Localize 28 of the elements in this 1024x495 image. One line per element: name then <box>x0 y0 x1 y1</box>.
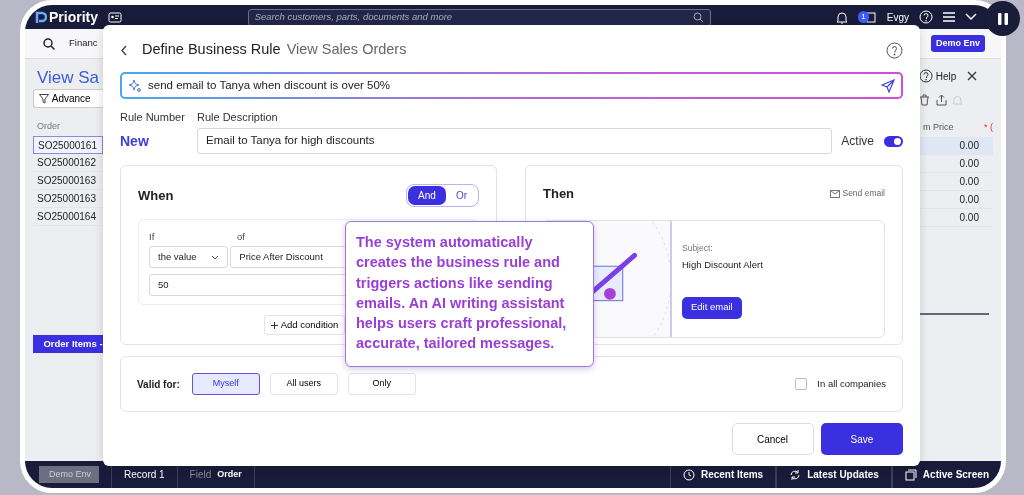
field-label: Rule Description <box>197 110 278 125</box>
field-value: Order <box>217 467 242 481</box>
dialog-subtitle: View Sales Orders <box>286 40 407 60</box>
card-title: When <box>138 186 174 205</box>
column-header: Order <box>36 120 61 134</box>
active-label: Active <box>841 133 874 150</box>
action-label: Send email <box>829 187 885 201</box>
column-header: m Price <box>922 121 955 135</box>
env-badge: Demo Env <box>39 465 100 484</box>
subject-label: Subject: <box>682 241 714 255</box>
field-label: of <box>237 230 245 244</box>
rule-number: New <box>120 131 150 151</box>
page-title: View Sa <box>37 67 101 87</box>
field-label: Field <box>189 468 212 482</box>
env-badge: Demo Env <box>931 34 985 53</box>
logo-text: Priority <box>49 7 98 27</box>
card-title: Then <box>543 185 575 203</box>
field-label: Rule Number <box>120 110 186 125</box>
table-cell: 0.00 <box>919 137 993 155</box>
notification-count: 1 <box>858 11 869 23</box>
email-subject: High Discount Alert <box>682 258 763 273</box>
column-header: * ( <box>983 121 993 135</box>
field-label: If <box>149 230 156 244</box>
dialog-title: Define Business Rule <box>142 40 281 60</box>
tooltip: The system automatically creates the business rule and triggers actions like sending emails. An AI writing assistant helps users craft professional, accurate, tailored messages. <box>345 221 594 367</box>
search-placeholder: Search customers, parts, documents and more <box>254 9 453 24</box>
checkbox-label: In all companies <box>817 376 886 391</box>
field-label: Valid for: <box>137 377 180 392</box>
